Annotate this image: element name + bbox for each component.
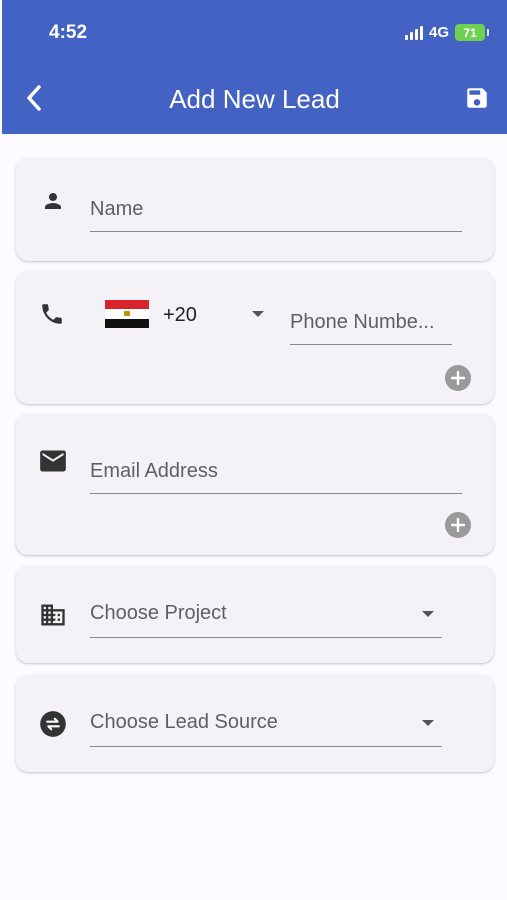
- plus-icon: [451, 371, 465, 385]
- building-icon: [38, 602, 68, 628]
- page-title: Add New Lead: [169, 84, 340, 114]
- name-card: [16, 158, 494, 261]
- country-code[interactable]: +20: [163, 304, 197, 327]
- phone-number-field[interactable]: [290, 301, 452, 345]
- email-input[interactable]: [90, 450, 462, 493]
- lead-source-dropdown-label: Choose Lead Source: [90, 711, 278, 733]
- project-dropdown-label: Choose Project: [90, 602, 227, 624]
- email-field[interactable]: [90, 450, 462, 494]
- name-field[interactable]: [90, 188, 462, 232]
- save-button[interactable]: [463, 84, 491, 112]
- lead-source-card: Choose Lead Source: [16, 675, 494, 772]
- email-card: [16, 414, 494, 555]
- battery-level: 71: [463, 25, 477, 40]
- network-type: 4G: [428, 24, 449, 41]
- country-dropdown-caret-icon[interactable]: [252, 311, 264, 317]
- status-indicators: 4G 71: [404, 24, 489, 41]
- chevron-down-icon: [422, 610, 434, 617]
- phone-card: +20: [16, 271, 494, 404]
- name-input[interactable]: [90, 188, 462, 231]
- add-phone-button[interactable]: [445, 365, 471, 391]
- lead-source-dropdown[interactable]: Choose Lead Source: [90, 699, 442, 747]
- status-time: 4:52: [49, 22, 88, 43]
- app-bar: 4:52 4G 71 Add New Lead: [2, 0, 507, 134]
- chevron-down-icon: [422, 719, 434, 726]
- envelope-icon: [38, 448, 68, 474]
- battery-icon: 71: [455, 24, 489, 41]
- floppy-disk-icon: [467, 88, 487, 108]
- phone-number-input[interactable]: [290, 301, 452, 344]
- project-dropdown[interactable]: Choose Project: [90, 590, 442, 638]
- phone-icon: [38, 300, 66, 328]
- signal-icon: [404, 25, 423, 40]
- person-icon: [40, 188, 66, 214]
- project-card: Choose Project: [16, 566, 494, 663]
- add-email-button[interactable]: [445, 512, 471, 538]
- swap-circle-icon: [38, 710, 68, 738]
- egypt-flag-icon[interactable]: [105, 300, 149, 328]
- plus-icon: [451, 518, 465, 532]
